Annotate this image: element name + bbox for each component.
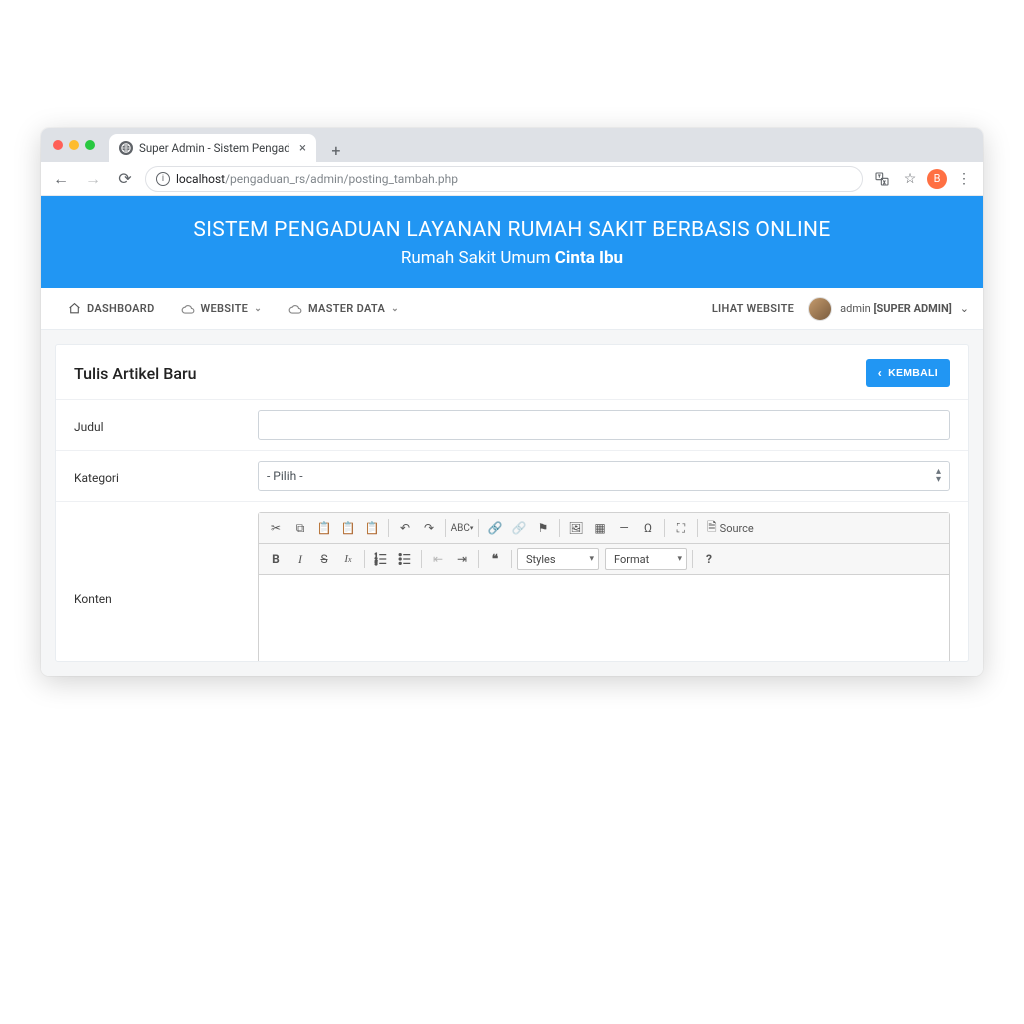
konten-label: Konten — [74, 512, 244, 606]
rich-text-editor: ✂ ⧉ 📋 📋 📋 ↶ ↷ ABC▾ — [258, 512, 950, 662]
special-char-icon[interactable]: Ω — [637, 517, 659, 539]
cut-icon[interactable]: ✂ — [265, 517, 287, 539]
browser-tab[interactable]: Super Admin - Sistem Pengadu × — [109, 134, 316, 162]
chevron-left-icon: ‹ — [878, 366, 882, 380]
browser-toolbar: ← → ⟳ i localhost/pengaduan_rs/admin/pos… — [41, 162, 983, 196]
url-host: localhost — [176, 172, 225, 186]
paste-icon[interactable]: 📋 — [313, 517, 335, 539]
remove-format-icon[interactable]: Ix — [337, 548, 359, 570]
document-icon: 🗎 — [707, 518, 717, 539]
copy-icon[interactable]: ⧉ — [289, 517, 311, 539]
nav-master-data[interactable]: MASTER DATA ⌄ — [276, 288, 411, 330]
chevron-down-icon: ⌄ — [391, 304, 399, 314]
chevron-down-icon: ⌄ — [254, 304, 262, 314]
numbered-list-icon[interactable]: 123 — [370, 548, 392, 570]
italic-icon[interactable]: I — [289, 548, 311, 570]
nav-view-website[interactable]: LIHAT WEBSITE — [712, 288, 794, 330]
reload-button[interactable]: ⟳ — [113, 167, 137, 191]
top-nav: DASHBOARD WEBSITE ⌄ MASTER DATA ⌄ — [41, 288, 983, 330]
bold-icon[interactable]: B — [265, 548, 287, 570]
tab-close-icon[interactable]: × — [299, 141, 306, 156]
select-value: - Pilih - — [267, 469, 303, 483]
strike-icon[interactable]: S — [313, 548, 335, 570]
image-icon[interactable]: 🖼 — [565, 517, 587, 539]
bookmark-icon[interactable]: ☆ — [899, 168, 921, 190]
kategori-select[interactable]: - Pilih - ▴▾ — [258, 461, 950, 491]
back-button[interactable]: ← — [49, 167, 73, 191]
tab-title: Super Admin - Sistem Pengadu — [139, 141, 289, 155]
redo-icon[interactable]: ↷ — [418, 517, 440, 539]
link-icon[interactable]: 🔗 — [484, 517, 506, 539]
select-arrows-icon: ▴▾ — [936, 468, 941, 484]
home-icon — [67, 302, 81, 316]
site-info-icon[interactable]: i — [156, 172, 170, 186]
format-select[interactable]: Format — [605, 548, 687, 570]
anchor-icon[interactable]: ⚑ — [532, 517, 554, 539]
browser-tab-bar: Super Admin - Sistem Pengadu × + — [41, 128, 983, 162]
banner-subtitle: Rumah Sakit Umum Cinta Ibu — [51, 248, 973, 268]
judul-label: Judul — [74, 416, 244, 434]
new-tab-button[interactable]: + — [324, 138, 348, 162]
site-banner: SISTEM PENGADUAN LAYANAN RUMAH SAKIT BER… — [41, 196, 983, 288]
user-avatar-icon — [808, 297, 832, 321]
styles-select[interactable]: Styles — [517, 548, 599, 570]
forward-button[interactable]: → — [81, 167, 105, 191]
back-button[interactable]: ‹ KEMBALI — [866, 359, 950, 387]
editor-toolbar-row1: ✂ ⧉ 📋 📋 📋 ↶ ↷ ABC▾ — [259, 513, 949, 544]
page-viewport: SISTEM PENGADUAN LAYANAN RUMAH SAKIT BER… — [41, 196, 983, 676]
url-bar[interactable]: i localhost/pengaduan_rs/admin/posting_t… — [145, 166, 863, 192]
help-icon[interactable]: ? — [698, 548, 720, 570]
spellcheck-icon[interactable]: ABC▾ — [451, 517, 473, 539]
window-controls — [51, 128, 99, 162]
bullet-list-icon[interactable] — [394, 548, 416, 570]
content-card: Tulis Artikel Baru ‹ KEMBALI Judul Kateg… — [55, 344, 969, 662]
tab-favicon-icon — [119, 141, 133, 155]
user-menu[interactable]: admin [SUPER ADMIN] ⌄ — [808, 297, 969, 321]
browser-menu-icon[interactable]: ⋮ — [953, 168, 975, 190]
judul-input[interactable] — [258, 410, 950, 440]
nav-website[interactable]: WEBSITE ⌄ — [169, 288, 274, 330]
user-label: admin [SUPER ADMIN] — [840, 302, 952, 315]
maximize-window-icon[interactable] — [85, 140, 95, 150]
maximize-icon[interactable]: ⛶ — [670, 517, 692, 539]
editor-toolbar-row2: B I S Ix 123 ⇤ ⇥ — [259, 544, 949, 575]
profile-avatar[interactable]: B — [927, 169, 947, 189]
paste-text-icon[interactable]: 📋 — [337, 517, 359, 539]
outdent-icon[interactable]: ⇤ — [427, 548, 449, 570]
indent-icon[interactable]: ⇥ — [451, 548, 473, 570]
unlink-icon[interactable]: 🔗 — [508, 517, 530, 539]
hr-icon[interactable]: — — [613, 517, 635, 539]
blockquote-icon[interactable]: ❝ — [484, 548, 506, 570]
svg-text:3: 3 — [375, 562, 378, 566]
url-path: /pengaduan_rs/admin/posting_tambah.php — [225, 172, 458, 186]
editor-content-area[interactable] — [259, 575, 949, 662]
banner-title: SISTEM PENGADUAN LAYANAN RUMAH SAKIT BER… — [51, 218, 973, 242]
chevron-down-icon: ⌄ — [960, 302, 969, 315]
page-title: Tulis Artikel Baru — [74, 364, 197, 383]
minimize-window-icon[interactable] — [69, 140, 79, 150]
nav-dashboard[interactable]: DASHBOARD — [55, 288, 167, 330]
cloud-icon — [288, 302, 302, 316]
source-button[interactable]: 🗎 Source — [703, 517, 758, 539]
undo-icon[interactable]: ↶ — [394, 517, 416, 539]
translate-icon[interactable] — [871, 168, 893, 190]
close-window-icon[interactable] — [53, 140, 63, 150]
cloud-icon — [181, 302, 195, 316]
table-icon[interactable]: ▦ — [589, 517, 611, 539]
paste-word-icon[interactable]: 📋 — [361, 517, 383, 539]
kategori-label: Kategori — [74, 467, 244, 485]
